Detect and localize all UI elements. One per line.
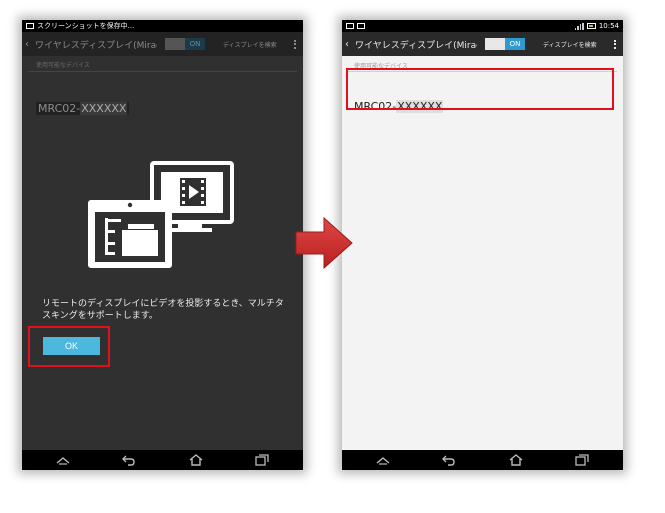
back-chevron-icon[interactable]: ‹ <box>25 39 31 50</box>
device-list-item[interactable]: MRC02-XXXXXX <box>36 102 130 115</box>
right-arrow-icon <box>295 216 353 270</box>
toggle-label: ON <box>505 38 525 50</box>
device-name-prefix: MRC02- <box>354 100 397 113</box>
status-bar: スクリーンショットを保存中... <box>22 20 303 32</box>
back-icon[interactable] <box>442 454 456 466</box>
navigation-bar <box>342 450 623 470</box>
left-phone-screen: スクリーンショットを保存中... ‹ ワイヤレスディスプレイ(Mirac... … <box>22 20 303 470</box>
section-divider <box>348 71 617 72</box>
search-display-button[interactable]: ディスプレイを検索 <box>543 40 597 49</box>
toggle-thumb <box>165 38 185 50</box>
overflow-menu-icon[interactable] <box>290 39 300 49</box>
device-name-suffix: XXXXXX <box>396 100 444 113</box>
home-up-icon[interactable] <box>56 455 70 465</box>
action-bar: ‹ ワイヤレスディスプレイ(Mirac... ON ディスプレイを検索 <box>342 32 623 56</box>
status-time: 10:54 <box>598 22 619 30</box>
status-right-group: 10:54 <box>574 20 619 32</box>
wifi-display-toggle[interactable]: ON <box>165 38 205 50</box>
right-phone-screen: 10:54 ‹ ワイヤレスディスプレイ(Mirac... ON ディスプレイを検… <box>342 20 623 470</box>
home-icon[interactable] <box>189 454 203 466</box>
search-display-button[interactable]: ディスプレイを検索 <box>223 40 277 49</box>
page-title: ワイヤレスディスプレイ(Mirac... <box>35 40 157 51</box>
back-icon[interactable] <box>122 454 136 466</box>
wifi-display-toggle[interactable]: ON <box>485 38 525 50</box>
page-title: ワイヤレスディスプレイ(Mirac... <box>355 40 477 51</box>
toggle-label: ON <box>185 38 205 50</box>
signal-icon <box>574 22 584 30</box>
status-notification-text: スクリーンショットを保存中... <box>37 22 135 30</box>
battery-icon <box>586 23 596 29</box>
home-icon[interactable] <box>509 454 523 466</box>
back-chevron-icon[interactable]: ‹ <box>345 39 351 50</box>
overflow-menu-icon[interactable] <box>610 39 620 49</box>
toggle-thumb <box>485 38 505 50</box>
multi-screen-video-icon <box>88 161 234 268</box>
home-up-icon[interactable] <box>376 455 390 465</box>
notification-icon <box>346 23 354 29</box>
action-bar: ‹ ワイヤレスディスプレイ(Mirac... ON ディスプレイを検索 <box>22 32 303 56</box>
recent-apps-icon[interactable] <box>575 454 589 466</box>
recent-apps-icon[interactable] <box>255 454 269 466</box>
main-content: 使用可能なデバイス MRC02-XXXXXX <box>22 56 303 450</box>
navigation-bar <box>22 450 303 470</box>
status-bar: 10:54 <box>342 20 623 32</box>
main-content: 使用可能なデバイス MRC02-XXXXXX <box>342 56 623 450</box>
ok-button[interactable]: OK <box>43 337 100 355</box>
section-divider <box>28 71 297 72</box>
section-label: 使用可能なデバイス <box>36 62 90 69</box>
device-name-prefix: MRC02- <box>38 102 81 115</box>
screenshot-icon <box>26 23 34 29</box>
description-text: リモートのディスプレイにビデオを投影するとき、マルチタスキングをサポートします。 <box>42 299 284 321</box>
device-list-item[interactable]: MRC02-XXXXXX <box>354 100 444 113</box>
screenshot-icon <box>357 23 365 29</box>
device-name-suffix: XXXXXX <box>80 102 128 115</box>
section-label: 使用可能なデバイス <box>354 63 408 70</box>
tutorial-figure: スクリーンショットを保存中... ‹ ワイヤレスディスプレイ(Mirac... … <box>0 0 665 513</box>
